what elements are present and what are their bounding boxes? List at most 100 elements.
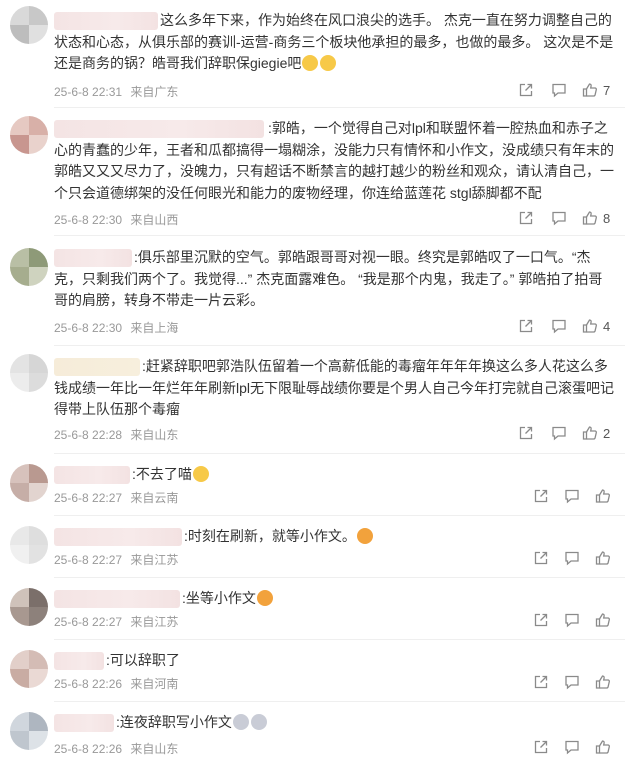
comment-icon <box>552 426 566 441</box>
like-button[interactable]: 4 <box>582 318 610 334</box>
comment-meta: 25-6-8 22:27 来自江苏 <box>54 551 183 568</box>
reply-button[interactable] <box>551 210 567 226</box>
comment-text: :俱乐部里沉默的空气。郭皓跟哥哥对视一眼。终究是郭皓叹了一口气。“杰克，只剩我们… <box>54 249 603 308</box>
avatar[interactable] <box>10 526 48 564</box>
comment-meta: 25-6-8 22:27 来自云南 <box>54 489 183 506</box>
comment-meta: 25-6-8 22:26 来自河南 <box>54 675 183 692</box>
share-button[interactable] <box>533 488 549 504</box>
comment-item: :俱乐部里沉默的空气。郭皓跟哥哥对视一眼。终究是郭皓叹了一口气。“杰克，只剩我们… <box>0 236 625 346</box>
screaming-face-icon <box>256 590 273 606</box>
like-button[interactable] <box>595 674 611 690</box>
avatar[interactable] <box>10 354 48 392</box>
comment-icon <box>552 83 566 98</box>
like-button[interactable] <box>595 612 611 628</box>
reply-button[interactable] <box>564 739 580 755</box>
reply-button[interactable] <box>551 425 567 441</box>
crying-face-icon <box>250 714 267 730</box>
comment-meta: 25-6-8 22:28 来自山东 <box>54 426 183 443</box>
share-button[interactable] <box>533 739 549 755</box>
reply-button[interactable] <box>551 318 567 334</box>
comment-location: 来自山东 <box>130 742 179 756</box>
comment-location: 来自上海 <box>130 321 179 335</box>
comment-icon <box>565 489 579 504</box>
reply-button[interactable] <box>551 82 567 98</box>
share-icon <box>534 489 548 503</box>
like-count: 8 <box>603 210 611 226</box>
comment-item: :时刻在刷新，就等小作文。 25-6-8 22:27 来自江苏 <box>0 516 625 578</box>
thumbs-up-icon <box>595 613 610 627</box>
like-count: 7 <box>603 82 611 98</box>
avatar[interactable] <box>10 248 48 286</box>
avatar[interactable] <box>10 712 48 750</box>
reply-button[interactable] <box>564 550 580 566</box>
share-icon <box>534 675 548 689</box>
comment-icon <box>565 675 579 690</box>
comment-text: :郭皓，一个觉得自己对lpl和联盟怀着一腔热血和赤子之心的青蠢的少年，王者和瓜都… <box>54 120 614 201</box>
comment-date: 25-6-8 22:26 <box>54 742 123 756</box>
share-icon <box>519 83 533 97</box>
share-button[interactable] <box>518 318 534 334</box>
avatar[interactable] <box>10 116 48 154</box>
like-button[interactable]: 8 <box>582 210 610 226</box>
comment-text: :连夜辞职写小作文 <box>116 714 232 730</box>
comment-location: 来自河南 <box>130 677 179 691</box>
thumbs-up-icon <box>582 426 597 440</box>
comment-icon <box>565 740 579 755</box>
share-button[interactable] <box>533 550 549 566</box>
share-icon <box>519 211 533 225</box>
avatar[interactable] <box>10 588 48 626</box>
share-button[interactable] <box>518 425 534 441</box>
comment-text: :时刻在刷新，就等小作文。 <box>184 528 356 544</box>
comment-icon <box>552 211 566 226</box>
share-button[interactable] <box>533 612 549 628</box>
like-button[interactable] <box>595 550 611 566</box>
comment-meta: 25-6-8 22:27 来自江苏 <box>54 613 183 630</box>
comment-item: 这么多年下来，作为始终在风口浪尖的选手。 杰克一直在努力调整自己的状态和心态，从… <box>0 0 625 108</box>
comment-location: 来自山西 <box>130 213 179 227</box>
cat-face-icon <box>192 466 209 482</box>
comment-location: 来自广东 <box>130 85 179 99</box>
comment-item: :坐等小作文 25-6-8 22:27 来自江苏 <box>0 578 625 640</box>
comment-item: :郭皓，一个觉得自己对lpl和联盟怀着一腔热血和赤子之心的青蠢的少年，王者和瓜都… <box>0 108 625 236</box>
reply-button[interactable] <box>564 674 580 690</box>
comment-item: :不去了喵 25-6-8 22:27 来自云南 <box>0 454 625 516</box>
like-button[interactable]: 2 <box>582 425 610 441</box>
avatar[interactable] <box>10 6 48 44</box>
cat-face-icon <box>320 55 337 71</box>
like-button[interactable] <box>595 488 611 504</box>
avatar[interactable] <box>10 650 48 688</box>
comment-date: 25-6-8 22:26 <box>54 677 123 691</box>
comment-date: 25-6-8 22:30 <box>54 321 123 335</box>
reply-button[interactable] <box>564 488 580 504</box>
comment-location: 来自江苏 <box>130 553 179 567</box>
like-count: 4 <box>603 318 611 334</box>
share-button[interactable] <box>518 210 534 226</box>
thumbs-up-icon <box>595 740 610 754</box>
like-button[interactable] <box>595 739 611 755</box>
comment-item: :可以辞职了 25-6-8 22:26 来自河南 <box>0 640 625 702</box>
thumbs-up-icon <box>582 83 597 97</box>
thumbs-up-icon <box>582 211 597 225</box>
comment-location: 来自江苏 <box>130 615 179 629</box>
share-icon <box>534 551 548 565</box>
share-button[interactable] <box>518 82 534 98</box>
thumbs-up-icon <box>595 675 610 689</box>
comment-icon <box>565 551 579 566</box>
comment-meta: 25-6-8 22:30 来自山西 <box>54 211 183 228</box>
comment-item: :赶紧辞职吧郭浩队伍留着一个高薪低能的毒瘤年年年年换这么多人花这么多钱成绩一年比… <box>0 346 625 454</box>
thumbs-up-icon <box>595 551 610 565</box>
comment-text: :坐等小作文 <box>182 590 256 606</box>
comment-date: 25-6-8 22:27 <box>54 615 123 629</box>
like-button[interactable]: 7 <box>582 82 610 98</box>
share-button[interactable] <box>533 674 549 690</box>
share-icon <box>519 319 533 333</box>
comment-text: :赶紧辞职吧郭浩队伍留着一个高薪低能的毒瘤年年年年换这么多人花这么多钱成绩一年比… <box>54 358 615 417</box>
comment-text: :不去了喵 <box>132 466 192 482</box>
reply-button[interactable] <box>564 612 580 628</box>
comment-icon <box>565 613 579 628</box>
screaming-face-icon <box>356 528 373 544</box>
avatar[interactable] <box>10 464 48 502</box>
like-count: 2 <box>603 425 611 441</box>
comment-date: 25-6-8 22:28 <box>54 428 123 442</box>
thumbs-up-icon <box>595 489 610 503</box>
